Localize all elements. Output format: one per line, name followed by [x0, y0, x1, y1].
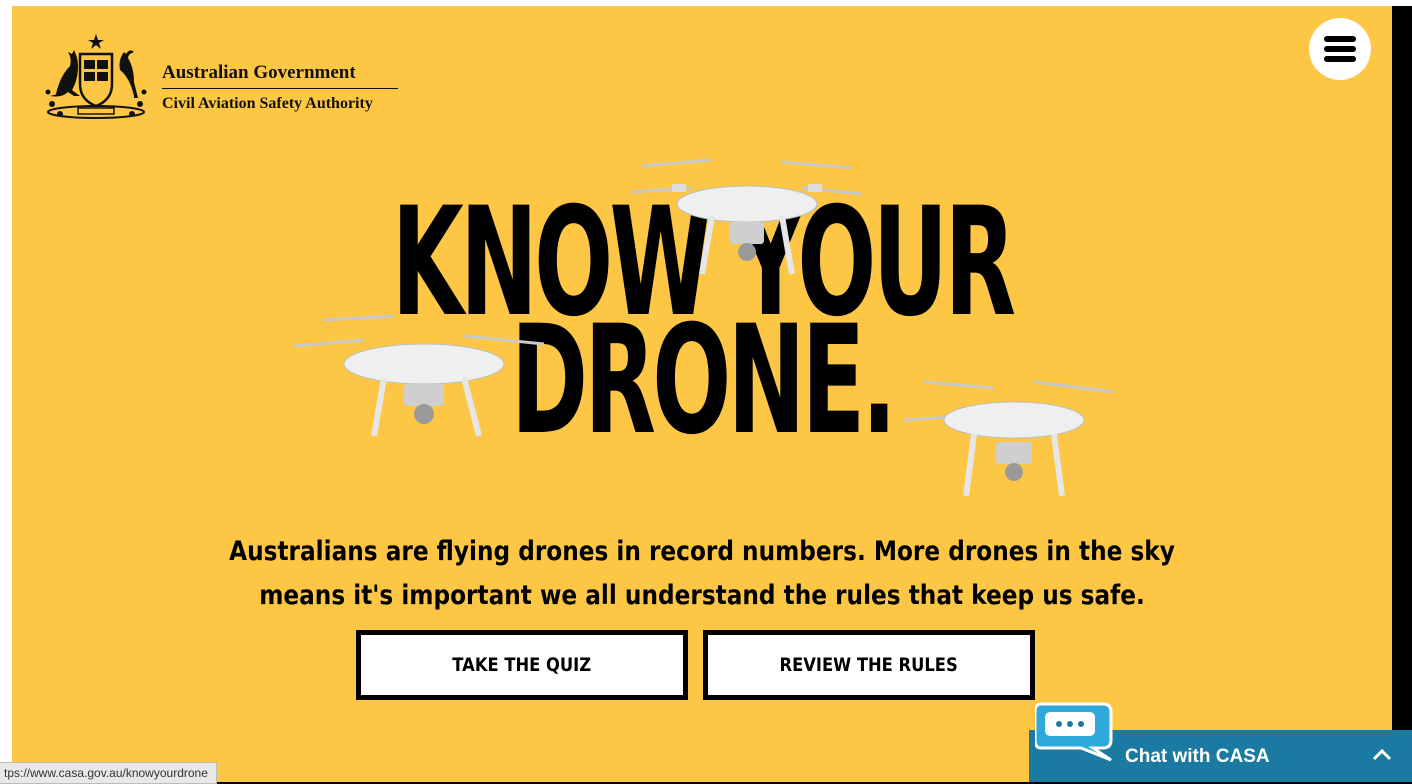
government-logo[interactable]: Australian Government Civil Aviation Saf…	[42, 32, 402, 132]
chat-label: Chat with CASA	[1125, 746, 1270, 767]
coat-of-arms-icon	[45, 34, 147, 119]
drone-image-right	[904, 380, 1115, 497]
review-rules-button[interactable]: REVIEW THE RULES	[703, 630, 1035, 700]
take-quiz-label: TAKE THE QUIZ	[452, 654, 592, 676]
status-bar-url: tps://www.casa.gov.au/knowyourdrone	[0, 762, 217, 784]
hamburger-menu-icon	[1324, 36, 1356, 62]
chat-bubble-icon[interactable]	[1035, 700, 1115, 762]
window-left-edge	[0, 0, 12, 782]
menu-button[interactable]	[1309, 18, 1371, 80]
take-quiz-button[interactable]: TAKE THE QUIZ	[356, 630, 688, 700]
agency-name: Civil Aviation Safety Authority	[162, 95, 373, 112]
chevron-up-icon[interactable]	[1371, 744, 1393, 766]
intro-text: Australians are flying drones in record …	[229, 536, 1175, 611]
review-rules-label: REVIEW THE RULES	[779, 654, 959, 676]
drone-image-left	[294, 314, 545, 437]
government-name: Australian Government	[162, 62, 398, 89]
drone-image-top	[631, 158, 863, 275]
hero-section: Australian Government Civil Aviation Saf…	[12, 6, 1392, 782]
